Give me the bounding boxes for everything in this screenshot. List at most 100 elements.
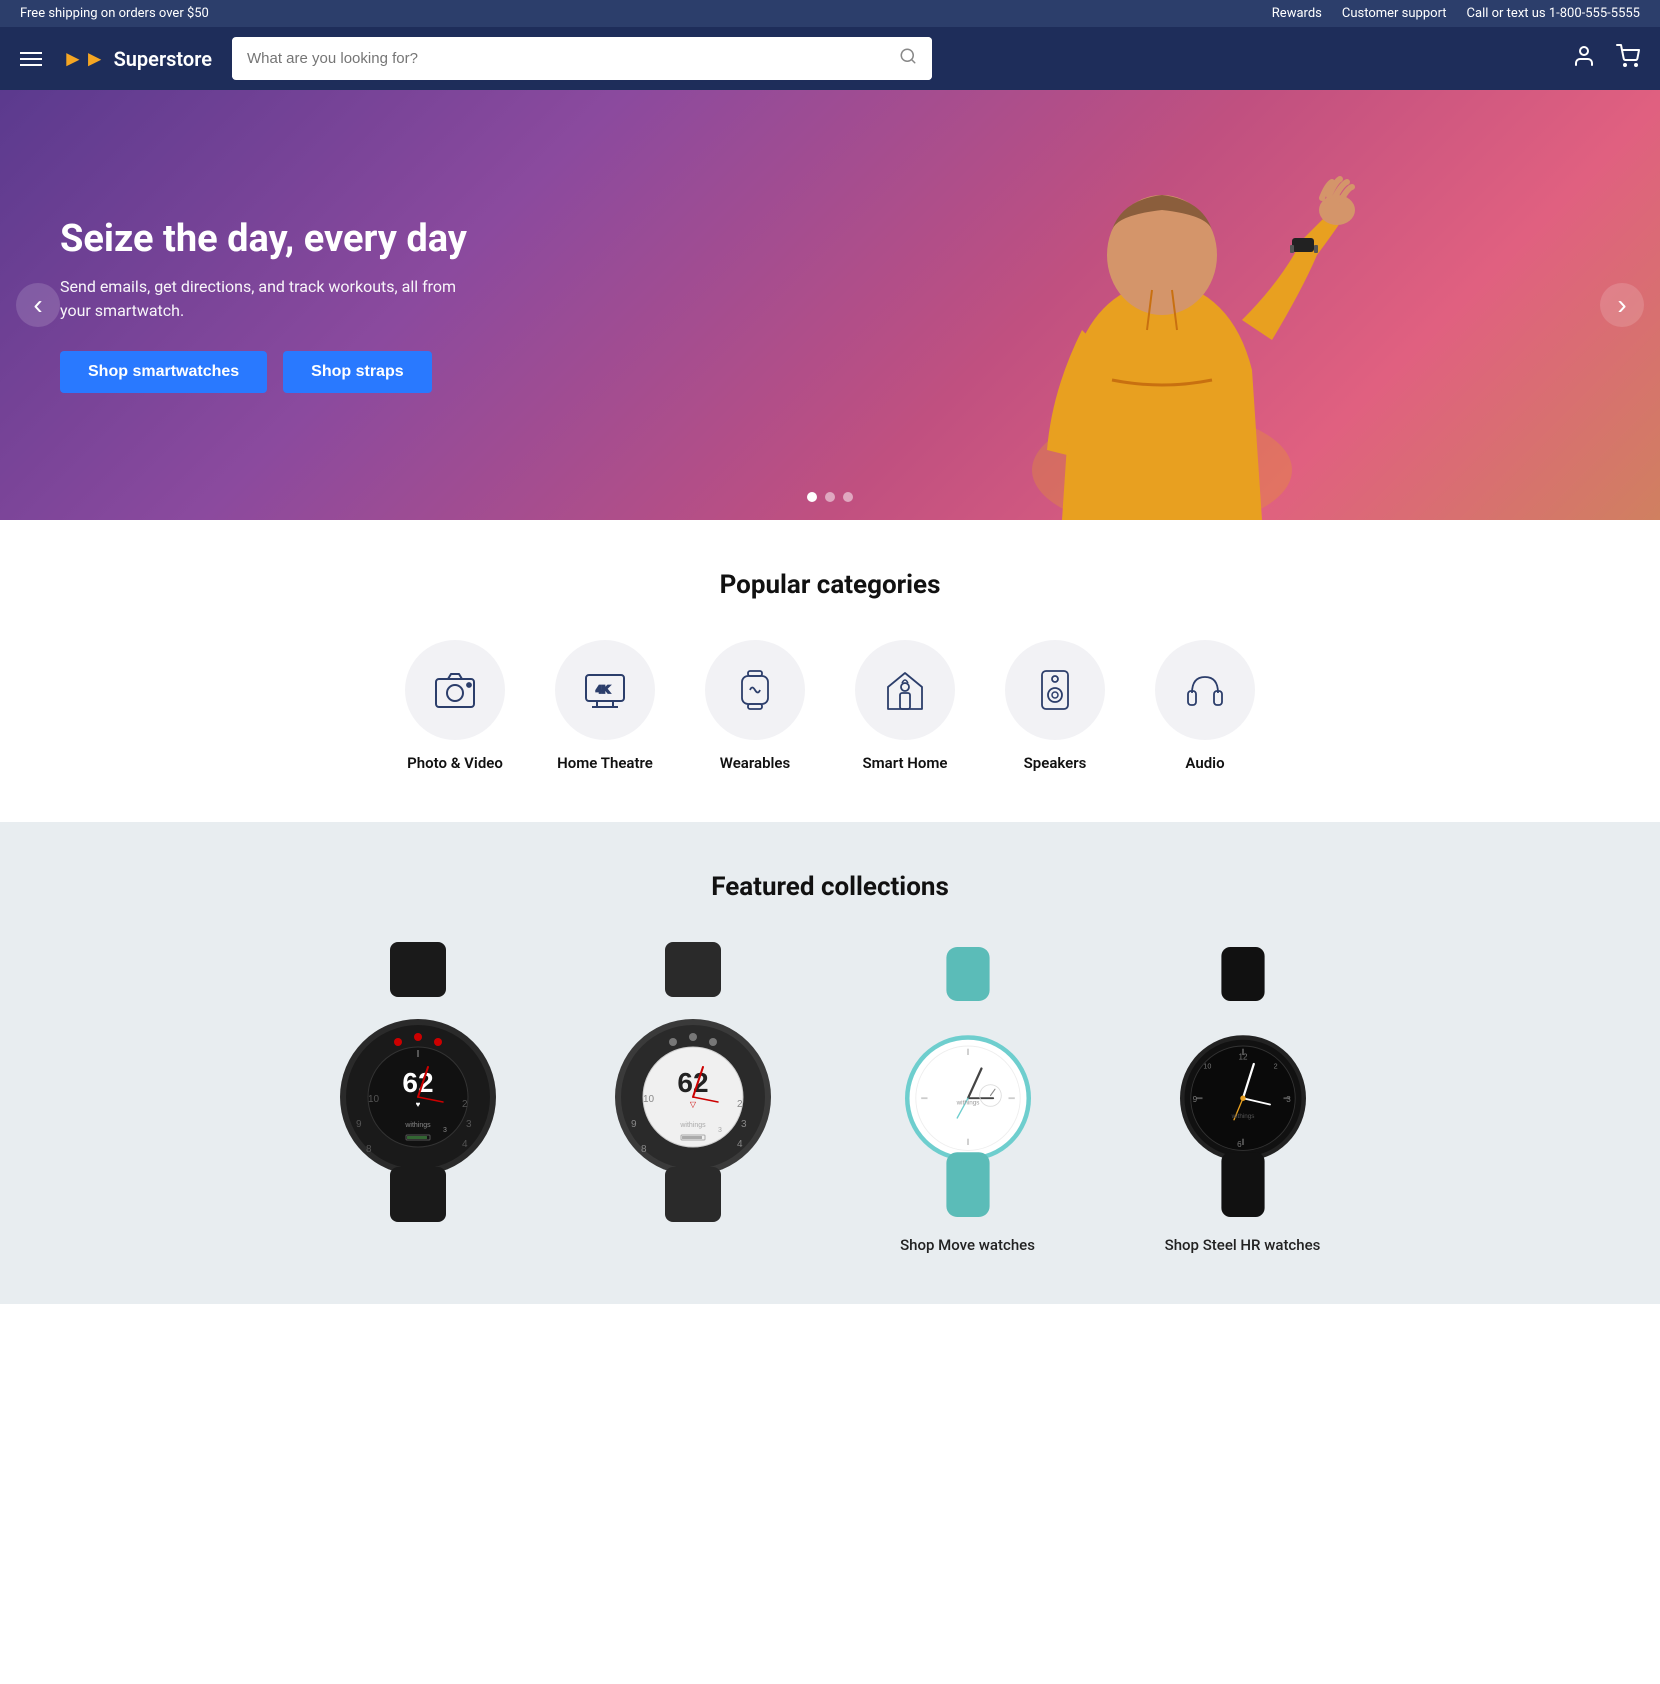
home-theatre-label: Home Theatre: [557, 754, 653, 772]
hero-dots: [807, 492, 853, 502]
svg-text:♥: ♥: [415, 1100, 420, 1109]
featured-grid: 62 ♥ 10 9 8 2 3 4 withings 3: [280, 942, 1380, 1254]
hero-buttons: Shop smartwatches Shop straps: [60, 351, 490, 393]
category-speakers[interactable]: Speakers: [995, 640, 1115, 772]
svg-text:8: 8: [366, 1144, 372, 1155]
svg-text:2: 2: [462, 1099, 468, 1110]
svg-text:62: 62: [677, 1067, 708, 1098]
dark-watch-2-image: 62 ▽ 10 9 8 2 3 4 withings 3: [555, 942, 830, 1222]
featured-dark-watch-1[interactable]: 62 ♥ 10 9 8 2 3 4 withings 3: [280, 942, 555, 1254]
svg-text:4: 4: [462, 1139, 468, 1150]
hero-dot-1[interactable]: [807, 492, 817, 502]
hero-subtitle: Send emails, get directions, and track w…: [60, 275, 490, 323]
svg-text:withings: withings: [404, 1122, 431, 1129]
featured-black-watch[interactable]: 12 3 6 9 10 2 withings: [1105, 942, 1380, 1254]
top-bar: Free shipping on orders over $50 Rewards…: [0, 0, 1660, 27]
smarthome-icon: [882, 667, 928, 713]
phone-link[interactable]: Call or text us 1-800-555-5555: [1467, 6, 1640, 21]
logo-text: Superstore: [114, 47, 212, 71]
svg-text:6: 6: [1237, 1140, 1242, 1149]
photo-video-icon-circle: [405, 640, 505, 740]
featured-section: Featured collections: [0, 822, 1660, 1304]
shop-smartwatches-button[interactable]: Shop smartwatches: [60, 351, 267, 393]
featured-dark-watch-2[interactable]: 62 ▽ 10 9 8 2 3 4 withings 3: [555, 942, 830, 1254]
smart-home-icon-circle: [855, 640, 955, 740]
categories-section: Popular categories Photo & Video 4K: [0, 520, 1660, 822]
svg-text:3: 3: [741, 1119, 747, 1130]
header: ►► Superstore: [0, 27, 1660, 90]
rewards-link[interactable]: Rewards: [1272, 6, 1322, 21]
featured-title: Featured collections: [40, 872, 1620, 902]
teal-watch-image: withings: [830, 942, 1105, 1222]
support-link[interactable]: Customer support: [1342, 6, 1447, 21]
category-wearables[interactable]: Wearables: [695, 640, 815, 772]
top-bar-right: Rewards Customer support Call or text us…: [1272, 6, 1640, 21]
hero-image: [664, 90, 1660, 520]
svg-text:3: 3: [718, 1127, 722, 1134]
hero-title: Seize the day, every day: [60, 217, 490, 263]
svg-text:▽: ▽: [689, 1100, 696, 1109]
svg-text:8: 8: [641, 1144, 647, 1155]
headphones-icon: [1182, 667, 1228, 713]
logo-arrows-icon: ►►: [62, 46, 106, 72]
categories-title: Popular categories: [40, 570, 1620, 600]
shop-straps-button[interactable]: Shop straps: [283, 351, 431, 393]
svg-text:4: 4: [737, 1139, 743, 1150]
category-home-theatre[interactable]: 4K Home Theatre: [545, 640, 665, 772]
svg-text:12: 12: [1238, 1053, 1247, 1062]
home-theatre-icon-circle: 4K: [555, 640, 655, 740]
featured-teal-watch[interactable]: withings Shop Move watches: [830, 942, 1105, 1254]
svg-text:10: 10: [643, 1094, 655, 1105]
black-watch-label: Shop Steel HR watches: [1165, 1236, 1321, 1254]
svg-text:10: 10: [1203, 1062, 1211, 1071]
hero-dot-2[interactable]: [825, 492, 835, 502]
search-bar: [232, 37, 932, 80]
search-icon: [899, 47, 917, 65]
tv4k-icon: 4K: [582, 667, 628, 713]
svg-text:10: 10: [368, 1094, 380, 1105]
wearables-icon-circle: [705, 640, 805, 740]
hero-person-graphic: [862, 90, 1462, 520]
search-button[interactable]: [884, 37, 932, 80]
hero-content: Seize the day, every day Send emails, ge…: [0, 157, 550, 453]
black-watch-image: 12 3 6 9 10 2 withings: [1105, 942, 1380, 1222]
svg-text:2: 2: [1273, 1062, 1277, 1071]
svg-text:withings: withings: [1230, 1113, 1254, 1120]
svg-text:9: 9: [1192, 1095, 1197, 1104]
category-audio[interactable]: Audio: [1145, 640, 1265, 772]
svg-text:3: 3: [466, 1119, 472, 1130]
svg-text:3: 3: [443, 1127, 447, 1134]
speaker-icon: [1032, 667, 1078, 713]
hamburger-menu[interactable]: [20, 52, 42, 66]
wearables-icon: [732, 667, 778, 713]
svg-text:9: 9: [631, 1119, 637, 1130]
shipping-notice: Free shipping on orders over $50: [20, 6, 209, 21]
smart-home-label: Smart Home: [863, 754, 948, 772]
svg-text:2: 2: [737, 1099, 743, 1110]
header-actions: [1572, 44, 1640, 74]
cart-icon[interactable]: [1616, 44, 1640, 74]
svg-text:62: 62: [402, 1067, 433, 1098]
search-input[interactable]: [232, 40, 884, 77]
svg-text:9: 9: [356, 1119, 362, 1130]
svg-text:withings: withings: [679, 1122, 706, 1129]
speakers-icon-circle: [1005, 640, 1105, 740]
speakers-label: Speakers: [1024, 754, 1087, 772]
svg-text:4K: 4K: [596, 684, 610, 696]
svg-text:3: 3: [1286, 1095, 1291, 1104]
category-smart-home[interactable]: Smart Home: [845, 640, 965, 772]
audio-icon-circle: [1155, 640, 1255, 740]
logo[interactable]: ►► Superstore: [62, 46, 212, 72]
account-icon[interactable]: [1572, 44, 1596, 74]
hero-next-button[interactable]: ›: [1600, 283, 1644, 327]
photo-video-label: Photo & Video: [407, 754, 503, 772]
teal-watch-label: Shop Move watches: [900, 1236, 1035, 1254]
category-photo-video[interactable]: Photo & Video: [395, 640, 515, 772]
svg-text:withings: withings: [955, 1100, 979, 1107]
categories-grid: Photo & Video 4K Home Theatre: [40, 640, 1620, 772]
wearables-label: Wearables: [720, 754, 790, 772]
audio-label: Audio: [1185, 754, 1224, 772]
dark-watch-1-image: 62 ♥ 10 9 8 2 3 4 withings 3: [280, 942, 555, 1222]
hero-section: Seize the day, every day Send emails, ge…: [0, 90, 1660, 520]
hero-dot-3[interactable]: [843, 492, 853, 502]
